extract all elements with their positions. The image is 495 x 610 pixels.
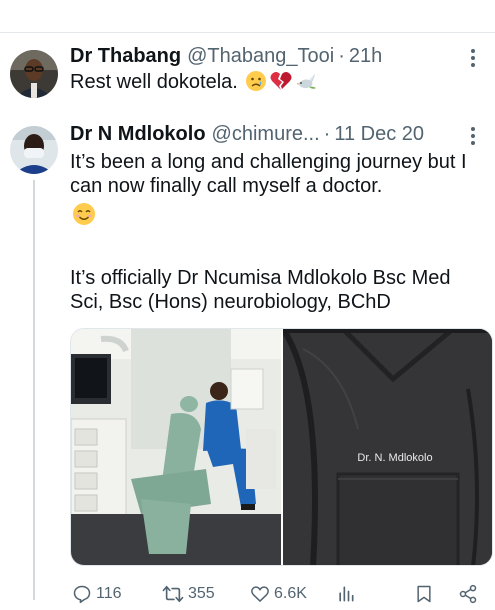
- share-button[interactable]: [458, 584, 478, 604]
- heart-icon: [251, 586, 269, 602]
- separator-dot: ·: [338, 45, 345, 67]
- tweet-text-content: Rest well dokotela.: [70, 71, 238, 93]
- retweet-count: 355: [188, 585, 215, 602]
- display-name[interactable]: Dr Thabang: [70, 44, 181, 68]
- views-button[interactable]: [336, 584, 356, 604]
- retweet-icon: [162, 585, 184, 603]
- timestamp[interactable]: 11 Dec 20: [334, 122, 424, 146]
- dot-icon: [471, 141, 475, 145]
- separator-dot: ·: [323, 123, 331, 145]
- tweet-text: Rest well dokotela.: [70, 70, 485, 98]
- avatar[interactable]: [10, 126, 58, 174]
- tweet-dr-mdlokolo[interactable]: Dr N Mdlokolo @chimure... · 11 Dec 20 It…: [0, 118, 495, 610]
- tweet-header: Dr Thabang @Thabang_Tooi · 21h: [70, 44, 382, 68]
- thread-line: [33, 180, 35, 600]
- dove-icon: [295, 70, 319, 98]
- timestamp[interactable]: 21h: [349, 44, 382, 68]
- reply-button[interactable]: 116: [72, 584, 122, 604]
- retweet-button[interactable]: 355: [162, 584, 215, 604]
- avatar[interactable]: [10, 50, 58, 98]
- smiling-face-icon: [72, 202, 96, 232]
- tweet-header: Dr N Mdlokolo @chimure... · 11 Dec 20: [70, 122, 424, 146]
- user-handle[interactable]: @chimure...: [212, 122, 320, 146]
- tweet-text-paragraph-1: It’s been a long and challenging journey…: [70, 150, 485, 232]
- user-handle[interactable]: @Thabang_Tooi: [187, 44, 334, 68]
- bookmark-button[interactable]: [414, 584, 434, 604]
- analytics-icon: [339, 586, 354, 602]
- display-name[interactable]: Dr N Mdlokolo: [70, 122, 206, 146]
- reply-icon: [73, 585, 91, 604]
- more-options-button[interactable]: [463, 124, 483, 148]
- more-options-button[interactable]: [463, 46, 483, 70]
- coat-embroidery-label: Dr. N. Mdlokolo: [357, 452, 432, 464]
- share-icon: [459, 584, 477, 604]
- dot-icon: [471, 63, 475, 67]
- like-button[interactable]: 6.6K: [250, 584, 307, 604]
- tweet-text-paragraph-2: It’s officially Dr Ncumisa Mdlokolo Bsc …: [70, 267, 451, 313]
- dot-icon: [471, 134, 475, 138]
- photo-dental-chair[interactable]: [71, 329, 281, 565]
- bookmark-icon: [417, 585, 431, 603]
- top-divider: [0, 32, 495, 33]
- broken-heart-icon: [269, 70, 293, 98]
- reply-count: 116: [96, 585, 122, 602]
- tweet-actions: 116 355 6.6K: [70, 584, 490, 608]
- dot-icon: [471, 49, 475, 53]
- dot-icon: [471, 127, 475, 131]
- media-gallery[interactable]: Dr. N. Mdlokolo: [70, 328, 493, 566]
- tweet-dr-thabang[interactable]: Dr Thabang @Thabang_Tooi · 21h Rest well…: [0, 36, 495, 116]
- crying-face-icon: [245, 70, 267, 98]
- tweet-text-content: It’s been a long and challenging journey…: [70, 151, 467, 197]
- like-count: 6.6K: [274, 585, 307, 602]
- dot-icon: [471, 56, 475, 60]
- photo-scrubs-embroidery[interactable]: Dr. N. Mdlokolo: [283, 329, 492, 565]
